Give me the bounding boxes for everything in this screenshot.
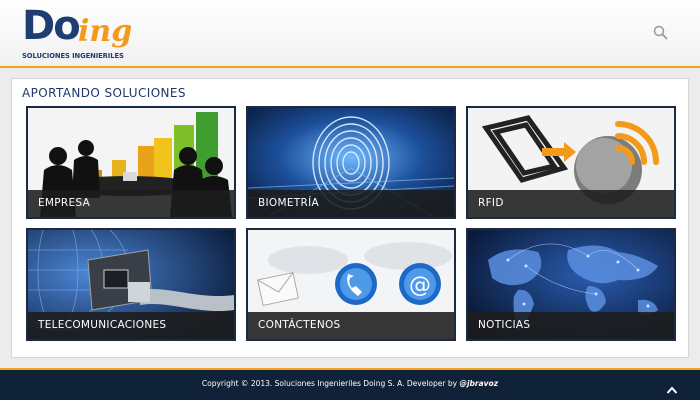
solutions-panel: APORTANDO SOLUCIONES EMPRESA BIOMETRÍA R… xyxy=(11,78,689,358)
logo-brand-main: Do xyxy=(22,3,81,49)
logo-tagline: SOLUCIONES INGENIERILES xyxy=(22,52,124,60)
at-icon: @ xyxy=(399,263,441,305)
developer-link[interactable]: @jbravoz xyxy=(459,379,498,388)
logo-brand-script: ing xyxy=(78,14,133,49)
tile-label: BIOMETRÍA xyxy=(248,190,454,217)
site-header: Do ing SOLUCIONES INGENIERILES xyxy=(0,0,700,68)
search-button[interactable] xyxy=(652,24,670,42)
doing-logo[interactable]: Do ing SOLUCIONES INGENIERILES xyxy=(22,3,142,62)
chevron-up-icon xyxy=(666,386,678,394)
back-to-top-button[interactable] xyxy=(666,380,678,394)
tile-label: RFID xyxy=(468,190,674,217)
tile-noticias[interactable]: NOTICIAS xyxy=(466,228,676,341)
tile-label: CONTÁCTENOS xyxy=(248,312,454,339)
svg-text:@: @ xyxy=(409,273,431,298)
site-footer: Copyright © 2013. Soluciones Ingenierile… xyxy=(0,368,700,400)
copyright-label: Copyright © 2013. Soluciones Ingenierile… xyxy=(201,379,458,388)
tile-empresa[interactable]: EMPRESA xyxy=(26,106,236,219)
copyright-text: Copyright © 2013. Soluciones Ingenierile… xyxy=(0,379,700,388)
tile-biometria[interactable]: BIOMETRÍA xyxy=(246,106,456,219)
tile-contactenos[interactable]: @ CONTÁCTENOS xyxy=(246,228,456,341)
tile-telecomunicaciones[interactable]: TELECOMUNICACIONES xyxy=(26,228,236,341)
search-icon xyxy=(653,25,668,40)
tile-label: TELECOMUNICACIONES xyxy=(28,312,234,339)
section-title: APORTANDO SOLUCIONES xyxy=(22,86,186,100)
phone-icon xyxy=(335,263,377,305)
tile-label: EMPRESA xyxy=(28,190,234,217)
tile-label: NOTICIAS xyxy=(468,312,674,339)
tile-rfid[interactable]: RFID xyxy=(466,106,676,219)
